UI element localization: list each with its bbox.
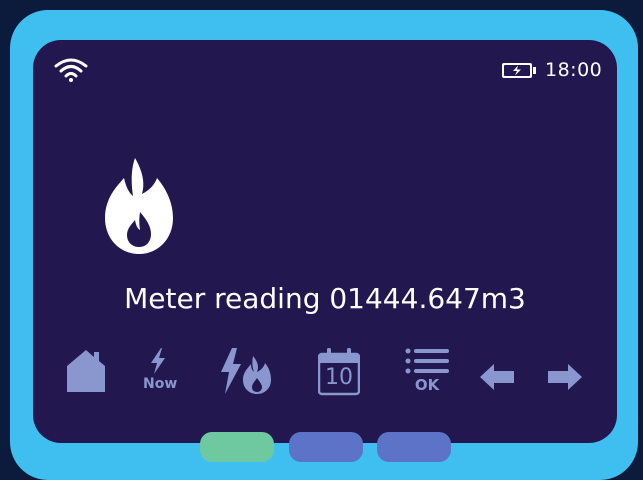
home-button[interactable] xyxy=(67,348,105,392)
gas-flame-icon xyxy=(105,156,173,254)
calendar-button[interactable]: 10 xyxy=(318,348,360,396)
arrow-right-icon xyxy=(548,364,582,390)
ok-menu-button[interactable]: OK xyxy=(405,348,449,396)
lightning-icon xyxy=(151,348,165,374)
home-icon xyxy=(67,350,105,392)
arrow-left-icon xyxy=(480,364,514,390)
now-label: Now xyxy=(143,376,178,392)
battery-charging-icon xyxy=(501,62,537,79)
forward-button[interactable] xyxy=(548,364,582,390)
now-button[interactable]: Now xyxy=(143,348,178,398)
meter-reading: Meter reading 01444.647m3 xyxy=(124,282,526,315)
list-menu-icon xyxy=(405,348,449,374)
hardware-button-1[interactable] xyxy=(200,432,274,462)
display-screen: 18:00 Meter reading 01444.647m3 Now 10 O… xyxy=(33,40,617,443)
clock-time: 18:00 xyxy=(545,59,603,81)
electricity-gas-icon xyxy=(221,348,271,394)
hardware-button-3[interactable] xyxy=(377,432,451,462)
ok-label: OK xyxy=(414,376,440,394)
wifi-icon xyxy=(53,57,89,83)
back-button[interactable] xyxy=(480,364,514,390)
calendar-day: 10 xyxy=(325,365,353,390)
electricity-gas-button[interactable] xyxy=(219,348,271,394)
hardware-button-2[interactable] xyxy=(289,432,363,462)
